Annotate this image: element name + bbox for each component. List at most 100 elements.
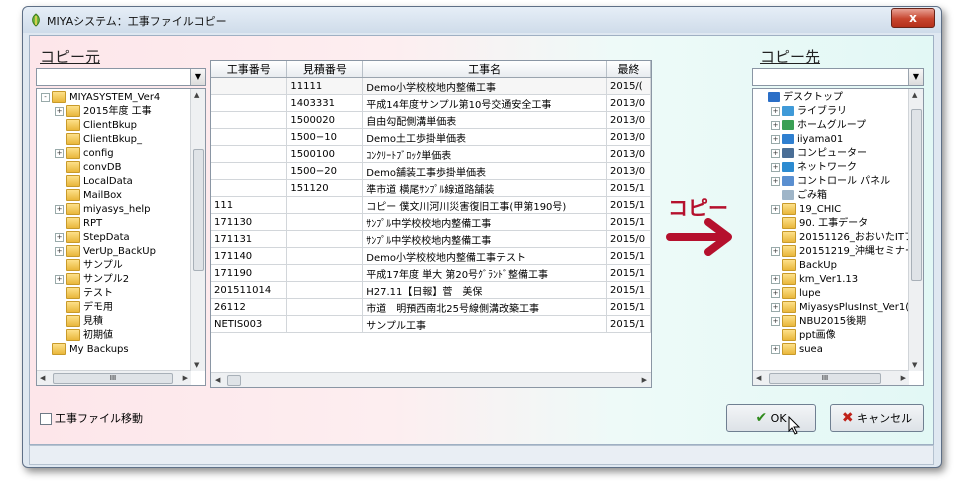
scroll-right-icon[interactable]: ▶	[642, 376, 647, 384]
move-file-checkbox[interactable]	[40, 413, 52, 425]
destination-tree-hscroll[interactable]: ◀ III ▶	[753, 370, 909, 385]
scroll-left-icon[interactable]: ◀	[40, 374, 45, 382]
tree-item[interactable]: テスト	[55, 287, 113, 300]
table-row[interactable]: NETIS003 サンプル工事 2015/1	[211, 315, 651, 333]
tree-item[interactable]: + ネットワーク	[771, 161, 857, 174]
expand-icon[interactable]: +	[771, 106, 780, 116]
tree-item[interactable]: + ホームグループ	[771, 119, 866, 132]
table-row[interactable]: 171131 ｻﾝﾌﾟﾙ中学校校地内整備工事 2015/0	[211, 230, 651, 248]
tree-item[interactable]: + サンプル2	[55, 273, 129, 286]
scroll-left-icon[interactable]: ◀	[756, 374, 761, 382]
expand-icon[interactable]: +	[771, 288, 780, 298]
expand-icon[interactable]: +	[771, 316, 780, 326]
table-row[interactable]: 1500−10 Demo土工歩掛単価表 2013/0	[211, 128, 651, 146]
close-button[interactable]: x	[891, 8, 935, 28]
scroll-thumb[interactable]	[193, 149, 204, 271]
table-row[interactable]: 26112 市道 明預西南北25号線側溝改築工事 2015/1	[211, 298, 651, 316]
tree-item[interactable]: + StepData	[55, 231, 130, 244]
tree-item[interactable]: + iiyama01	[771, 133, 843, 146]
cancel-button[interactable]: ✖ キャンセル	[830, 404, 924, 432]
chevron-down-icon[interactable]: ▼	[190, 69, 205, 85]
expand-icon[interactable]: +	[771, 302, 780, 312]
scroll-right-icon[interactable]: ▶	[183, 374, 188, 382]
tree-item[interactable]: + VerUp_BackUp	[55, 245, 156, 258]
source-drive-combo[interactable]: ▼	[36, 68, 206, 86]
table-row[interactable]: 111 コピー 僕文川河川災害復旧工事(甲第190号) 2015/1	[211, 196, 651, 214]
expand-icon[interactable]: +	[55, 148, 64, 158]
tree-item[interactable]: ごみ箱	[771, 189, 827, 202]
table-row[interactable]: 151120 準市道 横尾ｻﾝﾌﾟﾙ線道路舗装 2015/1	[211, 179, 651, 197]
scroll-down-icon[interactable]: ▼	[912, 361, 917, 369]
column-header[interactable]: 工事番号	[211, 61, 288, 78]
column-header[interactable]: 工事名	[362, 61, 607, 78]
tree-item[interactable]: + MiyasysPlusInst_Ver1(1	[771, 301, 909, 314]
tree-item[interactable]: 90. 工事データ	[771, 217, 868, 230]
collapse-icon[interactable]: -	[41, 92, 50, 102]
scroll-right-icon[interactable]: ▶	[901, 374, 906, 382]
grid-hscroll[interactable]: ◀ ▶	[211, 372, 651, 387]
construction-file-grid[interactable]: 工事番号 見積番号 工事名 最終 11111 Demo小学校校地内整備工事 2015/(1…	[210, 60, 652, 388]
source-tree-vscroll[interactable]: ▲ ▼	[190, 89, 205, 371]
tree-item[interactable]: MailBox	[55, 189, 122, 202]
table-row[interactable]: 1403331 平成14年度サンプル第10号交通安全工事 2013/0	[211, 94, 651, 112]
tree-item[interactable]: +20151219_沖縄セミナー	[771, 245, 909, 258]
expand-icon[interactable]: +	[771, 148, 780, 158]
destination-folder-tree[interactable]: デスクトップ + ライブラリ + ホームグループ + iiyama01 + コンピューター + ネッ…	[752, 88, 924, 386]
tree-item[interactable]: 見積	[55, 315, 103, 328]
table-row[interactable]: 171190 平成17年度 単大 第20号ｸﾞﾗﾝﾄﾞ整備工事 2015/1	[211, 264, 651, 282]
ok-button[interactable]: ✔ OK	[726, 404, 816, 432]
expand-icon[interactable]: +	[771, 274, 780, 284]
scroll-thumb[interactable]	[911, 109, 922, 281]
table-row[interactable]: 1500100 ｺﾝｸﾘｰﾄﾌﾞﾛｯｸ単価表 2013/0	[211, 145, 651, 163]
destination-drive-combo[interactable]: ▼	[752, 68, 924, 86]
table-row[interactable]: 11111 Demo小学校校地内整備工事 2015/(	[211, 77, 651, 95]
destination-tree-vscroll[interactable]: ▲ ▼	[908, 89, 923, 371]
tree-item[interactable]: ppt画像	[771, 329, 836, 342]
tree-item[interactable]: LocalData	[55, 175, 133, 188]
tree-item[interactable]: RPT	[55, 217, 102, 230]
tree-item[interactable]: デモ用	[55, 301, 113, 314]
tree-item[interactable]: +19_CHIC	[771, 203, 841, 216]
scroll-thumb[interactable]: III	[53, 373, 173, 384]
expand-icon[interactable]: +	[55, 204, 64, 214]
scroll-up-icon[interactable]: ▲	[194, 91, 199, 99]
tree-item[interactable]: My Backups	[41, 343, 129, 356]
tree-item[interactable]: + ライブラリ	[771, 105, 847, 118]
tree-item[interactable]: デスクトップ	[757, 91, 843, 104]
source-folder-tree[interactable]: - MIYASYSTEM_Ver4 +2015年度 工事 ClientBkup Clie…	[36, 88, 206, 386]
scroll-up-icon[interactable]: ▲	[912, 91, 917, 99]
table-row[interactable]: 171130 ｻﾝﾌﾟﾙ中学校校地内整備工事 2015/1	[211, 213, 651, 231]
expand-icon[interactable]: +	[55, 106, 64, 116]
move-file-option[interactable]: 工事ファイル移動	[40, 410, 143, 426]
expand-icon[interactable]: +	[771, 134, 780, 144]
tree-item[interactable]: ClientBkup_	[55, 133, 142, 146]
scroll-thumb[interactable]: III	[769, 373, 881, 384]
expand-icon[interactable]: +	[55, 232, 64, 242]
tree-item[interactable]: + コントロール パネル	[771, 175, 890, 188]
scroll-thumb[interactable]	[227, 375, 241, 386]
tree-item[interactable]: 20151126_おおいたITフェ	[771, 231, 909, 244]
tree-item[interactable]: + NBU2015後期	[771, 315, 866, 328]
scroll-left-icon[interactable]: ◀	[215, 376, 220, 384]
chevron-down-icon[interactable]: ▼	[908, 69, 923, 85]
scroll-down-icon[interactable]: ▼	[194, 361, 199, 369]
expand-icon[interactable]: +	[771, 176, 780, 186]
tree-item[interactable]: + config	[55, 147, 114, 160]
column-header[interactable]: 最終	[606, 61, 651, 78]
table-row[interactable]: 1500020 自由勾配側溝単価表 2013/0	[211, 111, 651, 129]
source-tree-hscroll[interactable]: ◀ III ▶	[37, 370, 191, 385]
column-header[interactable]: 見積番号	[286, 61, 364, 78]
tree-item[interactable]: サンプル	[55, 259, 123, 272]
tree-item[interactable]: + miyasys_help	[55, 203, 151, 216]
table-row[interactable]: 1500−20 Demo舗装工事歩掛単価表 2013/0	[211, 162, 651, 180]
table-row[interactable]: 201511014 H27.11【日報】菅 美保 2015/1	[211, 281, 651, 299]
expand-icon[interactable]: +	[55, 274, 64, 284]
tree-item[interactable]: + lupe	[771, 287, 821, 300]
tree-item[interactable]: - MIYASYSTEM_Ver4	[41, 91, 160, 104]
expand-icon[interactable]: +	[771, 162, 780, 172]
tree-item[interactable]: +2015年度 工事	[55, 105, 152, 118]
expand-icon[interactable]: +	[771, 344, 780, 354]
tree-item[interactable]: convDB	[55, 161, 121, 174]
table-row[interactable]: 171140 Demo小学校校地内整備工事テスト 2015/1	[211, 247, 651, 265]
expand-icon[interactable]: +	[771, 204, 780, 214]
